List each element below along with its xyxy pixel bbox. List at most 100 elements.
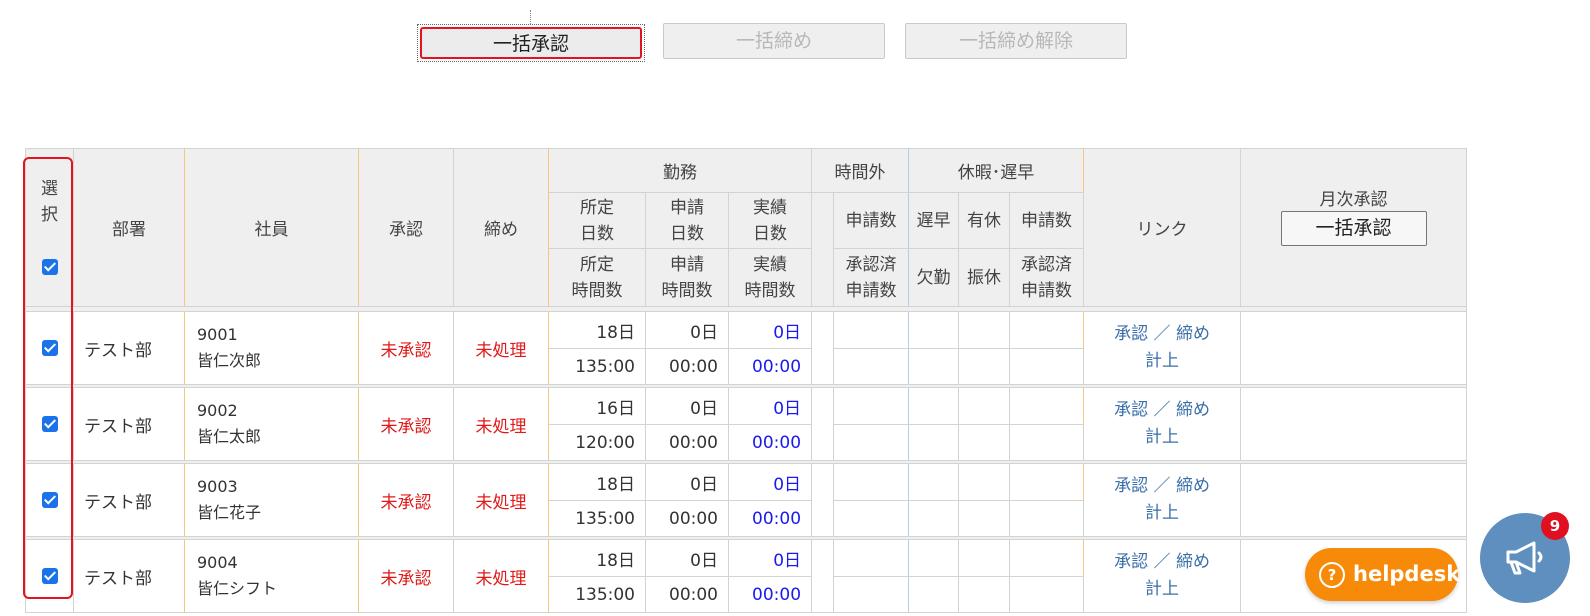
monthly-bulk-approve-button[interactable]: 一括承認 [1280,211,1427,246]
substitute-holiday-header: 振休 [958,248,1011,307]
attendance-table: 選択 部署 社員 承認 締め 勤務 時間外 休暇･遅早 リンク 月次承認 一括承… [24,148,1468,613]
close-link[interactable]: 締め [1176,476,1210,496]
actual-days-value: 0日 [727,387,813,425]
late-early-value [908,539,960,577]
leave-approved-value [1009,500,1085,537]
overtime-spacer-cell [811,539,835,613]
monthly-approval-cell [1240,387,1468,461]
approval-header: 承認 [358,148,454,307]
substitute-holiday-value [958,500,1011,537]
employee-cell: 9004 皆仁シフト [184,539,359,613]
row-checkbox-cell[interactable] [25,539,74,613]
row-checkbox[interactable] [41,568,58,584]
link-cell: 承認 ／ 締め計上 [1083,539,1242,613]
scheduled-days-value: 16日 [548,387,646,425]
row-checkbox[interactable] [41,416,58,432]
row-checkbox[interactable] [41,492,58,508]
employee-name: 皆仁太郎 [197,427,262,446]
approval-status: 未承認 [358,387,454,461]
paid-leave-header: 有休 [958,192,1011,249]
late-early-value [908,311,960,349]
paid-leave-value [958,539,1011,577]
scheduled-days-header: 所定 日数 [548,192,646,249]
row-checkbox-cell[interactable] [25,387,74,461]
leave-applications-value [1009,387,1085,425]
close-link[interactable]: 締め [1176,324,1210,344]
overtime-header: 時間外 [811,148,910,193]
scheduled-days-value: 18日 [548,463,646,501]
select-all-checkbox[interactable] [41,258,58,275]
applied-hours-value: 00:00 [645,576,729,613]
bulk-close-button[interactable]: 一括締め [663,23,885,59]
record-link[interactable]: 計上 [1145,427,1179,447]
applied-hours-value: 00:00 [645,500,729,537]
absence-value [908,576,960,613]
ot-approved-value [833,348,910,385]
substitute-holiday-value [958,576,1011,613]
actual-days-header: 実績 日数 [727,192,813,249]
link-header: リンク [1083,148,1242,307]
record-link[interactable]: 計上 [1145,351,1179,371]
ot-applications-value [833,387,910,425]
approve-link[interactable]: 承認 [1114,552,1148,572]
ot-approved-value [833,576,910,613]
ot-approved-value [833,500,910,537]
approval-status: 未承認 [358,539,454,613]
helpdesk-label: helpdesk [1353,562,1461,586]
paid-leave-value [958,463,1011,501]
employee-name: 皆仁次郎 [197,351,262,370]
approve-link[interactable]: 承認 [1114,324,1148,344]
department-cell: テスト部 [73,463,185,537]
absence-value [908,348,960,385]
department-header: 部署 [73,148,185,307]
actual-hours-value: 00:00 [727,424,813,461]
helpdesk-button[interactable]: ? helpdesk [1305,548,1461,601]
close-status: 未処理 [453,311,549,385]
paid-leave-value [958,311,1011,349]
close-link[interactable]: 締め [1176,400,1210,420]
link-separator: ／ [1153,552,1171,572]
scheduled-hours-value: 135:00 [548,500,646,537]
substitute-holiday-value [958,424,1011,461]
close-link[interactable]: 締め [1176,552,1210,572]
approve-link[interactable]: 承認 [1114,400,1148,420]
bulk-approve-button[interactable]: 一括承認 [420,27,642,59]
bulk-close-release-button[interactable]: 一括締め解除 [905,23,1127,59]
row-checkbox-cell[interactable] [25,463,74,537]
ot-applications-value [833,311,910,349]
employee-id: 9003 [197,477,238,496]
applied-hours-value: 00:00 [645,424,729,461]
actual-hours-value: 00:00 [727,576,813,613]
leave-applications-value [1009,311,1085,349]
scheduled-hours-value: 135:00 [548,348,646,385]
link-separator: ／ [1153,476,1171,496]
record-link[interactable]: 計上 [1145,503,1179,523]
employee-cell: 9003 皆仁花子 [184,463,359,537]
employee-name: 皆仁シフト [197,579,278,598]
department-cell: テスト部 [73,311,185,385]
leave-approved-value [1009,576,1085,613]
scheduled-hours-value: 120:00 [548,424,646,461]
table-row: テスト部 9002 皆仁太郎 未承認 未処理 16日 0日 0日 承認 ／ 締め 計上 [25,387,1468,461]
substitute-holiday-value [958,348,1011,385]
actual-hours-header: 実績 時間数 [727,248,813,307]
link-cell: 承認 ／ 締め 計上 [1083,311,1242,385]
row-checkbox-cell[interactable] [25,311,74,385]
leave-approved-value [1009,348,1085,385]
approval-status: 未承認 [358,311,454,385]
link-cell: 承認 ／ 締め計上 [1083,463,1242,537]
absence-value [908,500,960,537]
applied-days-value: 0日 [645,539,729,577]
overtime-spacer [811,192,835,307]
work-header: 勤務 [547,148,813,193]
close-status: 未処理 [453,463,549,537]
late-early-header: 遅早 [908,192,960,249]
row-checkbox[interactable] [41,340,58,356]
ot-applications-value [833,463,910,501]
paid-leave-value [958,387,1011,425]
approve-link[interactable]: 承認 [1114,476,1148,496]
employee-id: 9001 [197,325,238,344]
department-cell: テスト部 [73,387,185,461]
record-link[interactable]: 計上 [1145,579,1179,599]
applied-hours-header: 申請 時間数 [645,248,729,307]
